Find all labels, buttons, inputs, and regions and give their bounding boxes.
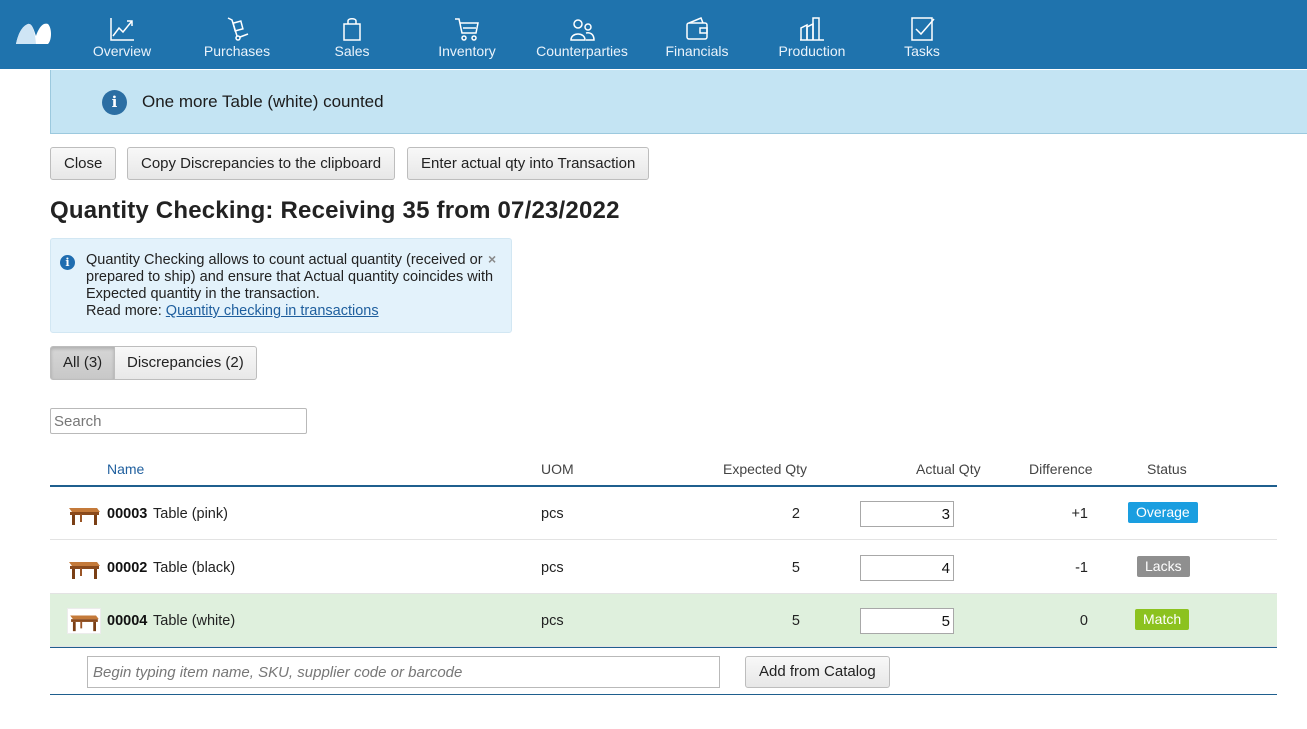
table-footer-divider xyxy=(50,647,1277,648)
item-difference: +1 xyxy=(1071,506,1088,522)
item-sku: 00003 xyxy=(107,506,148,522)
item-sku: 00004 xyxy=(107,613,148,629)
info-icon: i xyxy=(102,90,127,115)
item-expected-qty: 2 xyxy=(791,506,800,522)
checkbox-icon xyxy=(911,17,935,41)
info-read-more-label: Read more: xyxy=(86,303,162,319)
item-difference: -1 xyxy=(1075,560,1088,576)
close-button[interactable]: Close xyxy=(50,147,117,180)
column-header-uom: UOM xyxy=(541,461,574,477)
actual-qty-input[interactable] xyxy=(860,608,954,634)
nav-inventory-label: Inventory xyxy=(438,43,496,59)
info-box: i Quantity Checking allows to count actu… xyxy=(50,238,512,333)
top-navigation-bar: Overview Purchases Sales Inventory Count… xyxy=(0,0,1307,69)
item-sku: 00002 xyxy=(107,560,148,576)
info-description: Quantity Checking allows to count actual… xyxy=(86,252,494,302)
nav-counterparties-label: Counterparties xyxy=(536,43,628,59)
add-item-input[interactable] xyxy=(87,656,720,688)
nav-tasks-label: Tasks xyxy=(904,43,940,59)
notification-message: One more Table (white) counted xyxy=(142,92,384,111)
table-row: 00003 Table (pink) pcs 2 +1 Overage xyxy=(50,487,1277,540)
status-badge: Match xyxy=(1135,609,1190,630)
app-logo-icon[interactable] xyxy=(14,16,52,46)
nav-financials-label: Financials xyxy=(665,43,729,59)
item-uom: pcs xyxy=(541,613,564,629)
item-uom: pcs xyxy=(541,506,564,522)
people-icon xyxy=(570,19,595,41)
item-expected-qty: 5 xyxy=(791,613,800,629)
page-title: Quantity Checking: Receiving 35 from 07/… xyxy=(50,197,620,224)
item-expected-qty: 5 xyxy=(791,560,800,576)
bottom-divider xyxy=(50,694,1277,695)
filter-tab-all[interactable]: All (3) xyxy=(50,346,116,380)
item-uom: pcs xyxy=(541,560,564,576)
table-product-icon xyxy=(69,562,100,579)
column-header-name[interactable]: Name xyxy=(107,461,144,477)
nav-inventory[interactable]: Inventory xyxy=(412,0,522,69)
nav-overview-label: Overview xyxy=(92,43,152,59)
table-product-icon xyxy=(69,508,100,525)
nav-sales[interactable]: Sales xyxy=(297,0,407,69)
copy-discrepancies-button[interactable]: Copy Discrepancies to the clipboard xyxy=(127,147,396,180)
item-name[interactable]: Table (white) xyxy=(153,613,235,629)
wallet-icon xyxy=(686,17,708,40)
info-icon: i xyxy=(60,255,75,270)
cart-dolly-icon xyxy=(227,17,249,41)
nav-counterparties[interactable]: Counterparties xyxy=(527,0,637,69)
nav-purchases[interactable]: Purchases xyxy=(182,0,292,69)
nav-sales-label: Sales xyxy=(334,43,370,59)
filter-tab-discrepancies[interactable]: Discrepancies (2) xyxy=(115,346,257,380)
actual-qty-input[interactable] xyxy=(860,555,954,581)
add-from-catalog-button[interactable]: Add from Catalog xyxy=(745,656,890,688)
table-product-icon xyxy=(67,608,101,634)
notification-banner: i One more Table (white) counted xyxy=(50,70,1307,134)
actual-qty-input[interactable] xyxy=(860,501,954,527)
item-name[interactable]: Table (pink) xyxy=(153,506,228,522)
table-row: 00002 Table (black) pcs 5 -1 Lacks xyxy=(50,541,1277,594)
status-badge: Overage xyxy=(1128,502,1198,523)
column-header-status: Status xyxy=(1147,461,1187,477)
nav-production[interactable]: Production xyxy=(757,0,867,69)
factory-icon xyxy=(800,17,824,41)
cart-icon xyxy=(455,18,479,41)
nav-tasks[interactable]: Tasks xyxy=(867,0,977,69)
column-header-actual-qty: Actual Qty xyxy=(916,461,981,477)
nav-production-label: Production xyxy=(778,43,846,59)
status-badge: Lacks xyxy=(1137,556,1190,577)
nav-financials[interactable]: Financials xyxy=(642,0,752,69)
chart-line-icon xyxy=(110,18,134,41)
nav-purchases-label: Purchases xyxy=(203,43,271,59)
nav-overview[interactable]: Overview xyxy=(67,0,177,69)
item-difference: 0 xyxy=(1079,613,1088,629)
close-icon[interactable]: × xyxy=(488,251,496,267)
item-name[interactable]: Table (black) xyxy=(153,560,235,576)
column-header-expected-qty: Expected Qty xyxy=(723,461,808,477)
info-text: Quantity Checking allows to count actual… xyxy=(86,252,506,320)
enter-actual-qty-button[interactable]: Enter actual qty into Transaction xyxy=(407,147,650,180)
table-row: 00004 Table (white) pcs 5 0 Match xyxy=(50,594,1277,647)
shopping-bag-icon xyxy=(343,18,361,41)
search-input[interactable] xyxy=(50,408,307,434)
quantity-checking-help-link[interactable]: Quantity checking in transactions xyxy=(166,303,379,319)
column-header-difference: Difference xyxy=(1029,461,1093,477)
